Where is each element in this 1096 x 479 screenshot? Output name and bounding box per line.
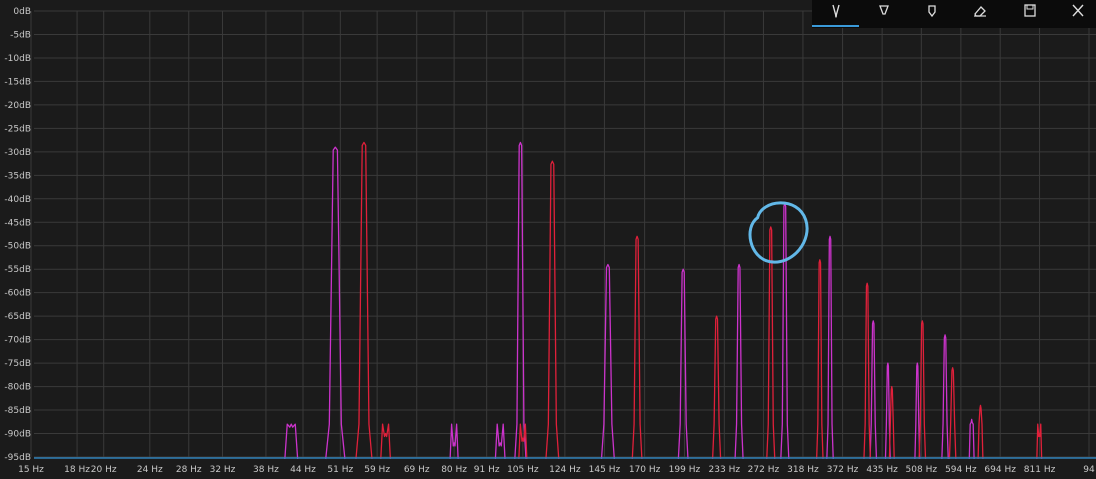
x-tick-label: 80 Hz	[441, 465, 467, 475]
y-tick-label: -20dB	[4, 101, 31, 111]
y-tick-label: -50dB	[4, 242, 31, 252]
x-tick-label: 18 Hz	[64, 465, 90, 475]
x-tick-label: 508 Hz	[906, 465, 938, 475]
x-tick-label: 44 Hz	[290, 465, 316, 475]
x-tick-label: 233 Hz	[709, 465, 741, 475]
x-tick-label: 145 Hz	[589, 465, 621, 475]
y-tick-label: -80dB	[4, 383, 31, 393]
pen-tool-button[interactable]	[814, 0, 858, 22]
x-tick-label: 694 Hz	[984, 465, 1016, 475]
x-tick-label: 272 Hz	[748, 465, 780, 475]
x-tick-label: 15 Hz	[18, 465, 44, 475]
active-tool-underline	[812, 25, 859, 27]
x-tick-label: 28 Hz	[176, 465, 202, 475]
y-tick-label: -30dB	[4, 148, 31, 158]
y-tick-label: -10dB	[4, 54, 31, 64]
y-tick-label: -75dB	[4, 359, 31, 369]
save-tool-button[interactable]	[1008, 0, 1052, 22]
save-icon	[1024, 4, 1036, 17]
y-tick-label: -60dB	[4, 289, 31, 299]
x-tick-label: 594 Hz	[945, 465, 977, 475]
ink-toolbar	[812, 0, 1096, 28]
marker-tool-button[interactable]	[910, 0, 954, 22]
y-tick-label: -95dB	[4, 453, 31, 463]
x-tick-label: 94	[1083, 465, 1095, 475]
spectrum-chart: 0dB -5dB -10dB -15dB -20dB -25dB -30dB -35dB -40…	[0, 0, 1096, 479]
y-tick-label: -35dB	[4, 171, 31, 181]
eraser-tool-button[interactable]	[958, 0, 1002, 22]
pen-icon	[832, 4, 840, 18]
close-icon	[1072, 4, 1084, 17]
x-tick-label: 372 Hz	[827, 465, 859, 475]
highlighter-icon	[879, 5, 889, 15]
x-tick-label: 199 Hz	[669, 465, 701, 475]
y-tick-label: -25dB	[4, 124, 31, 134]
y-tick-label: -85dB	[4, 406, 31, 416]
y-tick-label: -40dB	[4, 195, 31, 205]
x-tick-label: 59 Hz	[364, 465, 390, 475]
eraser-icon	[974, 6, 986, 17]
close-tool-button[interactable]	[1056, 0, 1096, 22]
x-tick-label: 24 Hz	[137, 465, 163, 475]
x-tick-label: 435 Hz	[866, 465, 898, 475]
x-tick-label: 124 Hz	[549, 465, 581, 475]
y-tick-label: -45dB	[4, 218, 31, 228]
x-tick-label: 51 Hz	[327, 465, 353, 475]
y-tick-label: -5dB	[10, 30, 31, 40]
y-tick-label: -55dB	[4, 265, 31, 275]
x-tick-label: 811 Hz	[1024, 465, 1056, 475]
y-tick-label: -65dB	[4, 312, 31, 322]
y-tick-label: 0dB	[13, 7, 31, 17]
x-tick-label: 20 Hz	[91, 465, 117, 475]
x-tick-label: 32 Hz	[210, 465, 236, 475]
x-axis-ticks: 15 Hz 18 Hz 20 Hz 24 Hz 28 Hz 32 Hz 38 Hz 44 Hz…	[18, 465, 1095, 475]
y-tick-label: -90dB	[4, 430, 31, 440]
x-tick-label: 38 Hz	[253, 465, 279, 475]
x-tick-label: 69 Hz	[404, 465, 430, 475]
y-tick-label: -70dB	[4, 336, 31, 346]
highlighter-tool-button[interactable]	[862, 0, 906, 22]
x-tick-label: 318 Hz	[787, 465, 819, 475]
x-tick-label: 105 Hz	[507, 465, 539, 475]
x-tick-label: 91 Hz	[474, 465, 500, 475]
marker-icon	[928, 5, 936, 18]
y-tick-label: -15dB	[4, 77, 31, 87]
x-tick-label: 170 Hz	[629, 465, 661, 475]
